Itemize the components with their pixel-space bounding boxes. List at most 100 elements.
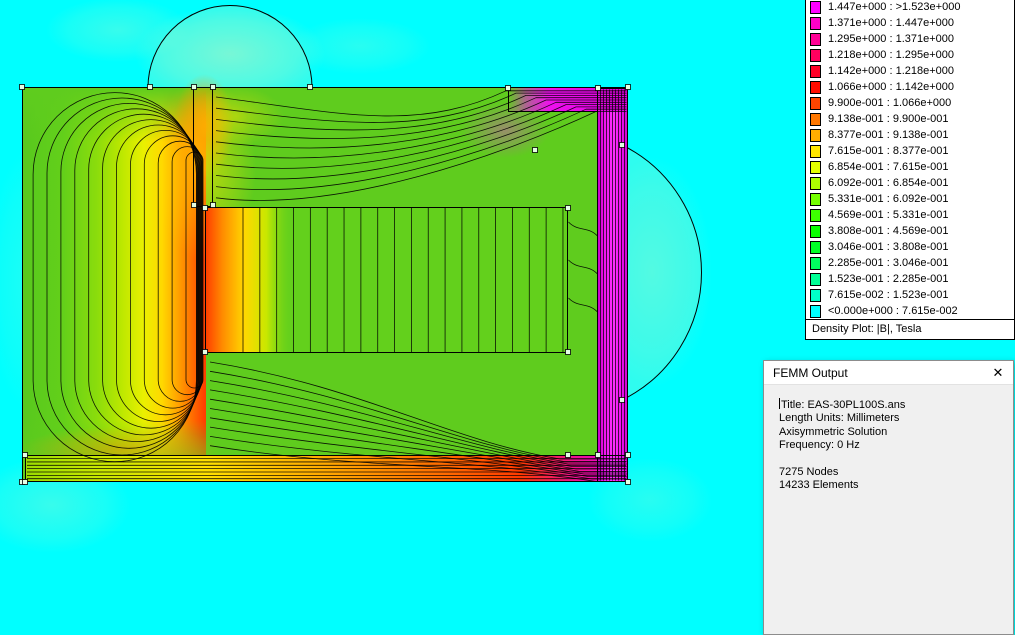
legend-row: 1.066e+000 : 1.142e+000 xyxy=(806,79,1014,95)
legend-row: <0.000e+000 : 7.615e-002 xyxy=(806,303,1014,319)
legend-color-swatch xyxy=(810,80,821,94)
node-handle[interactable] xyxy=(191,202,197,208)
node-handle[interactable] xyxy=(210,84,216,90)
legend-color-swatch xyxy=(810,0,821,14)
legend-color-swatch xyxy=(810,32,821,46)
legend-color-swatch xyxy=(810,176,821,190)
output-text-area[interactable]: Title: EAS-30PL100S.ans Length Units: Mil… xyxy=(764,385,1013,493)
legend-color-swatch xyxy=(810,48,821,62)
legend-color-swatch xyxy=(810,240,821,254)
density-legend: 1.447e+000 : >1.523e+000 1.371e+000 : 1.4… xyxy=(805,0,1015,340)
text-caret xyxy=(779,398,780,409)
node-handle[interactable] xyxy=(532,147,538,153)
output-line: 7275 Nodes xyxy=(779,466,839,479)
legend-color-swatch xyxy=(810,304,821,318)
node-handle[interactable] xyxy=(595,85,601,91)
legend-color-swatch xyxy=(810,288,821,302)
legend-row: 1.142e+000 : 1.218e+000 xyxy=(806,63,1014,79)
legend-row: 7.615e-001 : 8.377e-001 xyxy=(806,143,1014,159)
node-handle[interactable] xyxy=(191,84,197,90)
legend-row: 1.447e+000 : >1.523e+000 xyxy=(806,0,1014,15)
node-handle[interactable] xyxy=(625,84,631,90)
legend-color-swatch xyxy=(810,272,821,286)
density-field xyxy=(20,74,628,482)
node-handle[interactable] xyxy=(565,349,571,355)
legend-row-label: 1.218e+000 : 1.295e+000 xyxy=(828,49,955,61)
legend-row: 2.285e-001 : 3.046e-001 xyxy=(806,255,1014,271)
output-line: 14233 Elements xyxy=(779,479,859,492)
node-handle[interactable] xyxy=(565,452,571,458)
legend-row: 9.900e-001 : 1.066e+000 xyxy=(806,95,1014,111)
legend-row-label: 9.138e-001 : 9.900e-001 xyxy=(828,113,949,125)
legend-color-swatch xyxy=(810,208,821,222)
legend-row-label: 6.092e-001 : 6.854e-001 xyxy=(828,177,949,189)
legend-row-label: 1.295e+000 : 1.371e+000 xyxy=(828,33,955,45)
density-legend-rows: 1.447e+000 : >1.523e+000 1.371e+000 : 1.4… xyxy=(806,0,1014,319)
legend-row: 1.371e+000 : 1.447e+000 xyxy=(806,15,1014,31)
node-handle[interactable] xyxy=(625,452,631,458)
legend-row: 3.808e-001 : 4.569e-001 xyxy=(806,223,1014,239)
legend-row: 1.295e+000 : 1.371e+000 xyxy=(806,31,1014,47)
base-plate-flux-lines xyxy=(27,458,626,480)
legend-row-label: 7.615e-002 : 1.523e-001 xyxy=(828,289,949,301)
node-handle[interactable] xyxy=(202,349,208,355)
node-handle[interactable] xyxy=(202,205,208,211)
node-handle[interactable] xyxy=(210,202,216,208)
node-handle[interactable] xyxy=(595,452,601,458)
femm-app-screen: 1.447e+000 : >1.523e+000 1.371e+000 : 1.4… xyxy=(0,0,1015,635)
legend-color-swatch xyxy=(810,16,821,30)
node-handle[interactable] xyxy=(619,397,625,403)
legend-color-swatch xyxy=(810,64,821,78)
legend-row: 6.092e-001 : 6.854e-001 xyxy=(806,175,1014,191)
legend-row-label: 1.523e-001 : 2.285e-001 xyxy=(828,273,949,285)
legend-row: 1.218e+000 : 1.295e+000 xyxy=(806,47,1014,63)
legend-row-label: <0.000e+000 : 7.615e-002 xyxy=(828,305,958,317)
legend-color-swatch xyxy=(810,128,821,142)
legend-color-swatch xyxy=(810,224,821,238)
legend-row-label: 9.900e-001 : 1.066e+000 xyxy=(828,97,952,109)
node-handle[interactable] xyxy=(147,84,153,90)
legend-row-label: 8.377e-001 : 9.138e-001 xyxy=(828,129,949,141)
legend-color-swatch xyxy=(810,112,821,126)
legend-row-label: 4.569e-001 : 5.331e-001 xyxy=(828,209,949,221)
legend-color-swatch xyxy=(810,160,821,174)
node-handle[interactable] xyxy=(505,85,511,91)
femm-output-window: FEMM Output ✕ Title: EAS-30PL100S.ans Len… xyxy=(763,360,1014,635)
legend-caption: Density Plot: |B|, Tesla xyxy=(806,319,1014,339)
legend-row: 5.331e-001 : 6.092e-001 xyxy=(806,191,1014,207)
legend-row-label: 7.615e-001 : 8.377e-001 xyxy=(828,145,949,157)
legend-row: 8.377e-001 : 9.138e-001 xyxy=(806,127,1014,143)
legend-row-label: 3.808e-001 : 4.569e-001 xyxy=(828,225,949,237)
output-line: Axisymmetric Solution xyxy=(779,425,888,438)
legend-row-label: 5.331e-001 : 6.092e-001 xyxy=(828,193,949,205)
legend-color-swatch xyxy=(810,96,821,110)
window-title: FEMM Output xyxy=(773,365,848,380)
node-handle[interactable] xyxy=(619,142,625,148)
close-button[interactable]: ✕ xyxy=(983,361,1013,384)
node-handle[interactable] xyxy=(307,84,313,90)
close-icon: ✕ xyxy=(992,365,1004,380)
legend-row-label: 3.046e-001 : 3.808e-001 xyxy=(828,241,949,253)
legend-color-swatch xyxy=(810,192,821,206)
node-handle[interactable] xyxy=(19,84,25,90)
legend-row: 9.138e-001 : 9.900e-001 xyxy=(806,111,1014,127)
node-handle[interactable] xyxy=(22,452,28,458)
legend-row-label: 6.854e-001 : 7.615e-001 xyxy=(828,161,949,173)
legend-row: 3.046e-001 : 3.808e-001 xyxy=(806,239,1014,255)
legend-color-swatch xyxy=(810,144,821,158)
legend-row-label: 1.371e+000 : 1.447e+000 xyxy=(828,17,955,29)
node-handle[interactable] xyxy=(625,479,631,485)
legend-row: 1.523e-001 : 2.285e-001 xyxy=(806,271,1014,287)
legend-color-swatch xyxy=(810,256,821,270)
legend-row-label: 1.142e+000 : 1.218e+000 xyxy=(828,65,955,77)
legend-row-label: 2.285e-001 : 3.046e-001 xyxy=(828,257,949,269)
legend-row-label: 1.447e+000 : >1.523e+000 xyxy=(828,1,961,13)
node-handle[interactable] xyxy=(22,479,28,485)
node-handle[interactable] xyxy=(565,205,571,211)
legend-row: 4.569e-001 : 5.331e-001 xyxy=(806,207,1014,223)
output-line: Length Units: Millimeters xyxy=(779,412,900,425)
legend-row-label: 1.066e+000 : 1.142e+000 xyxy=(828,81,955,93)
output-line: Title: EAS-30PL100S.ans xyxy=(779,398,906,411)
window-title-bar[interactable]: FEMM Output ✕ xyxy=(764,361,1013,385)
